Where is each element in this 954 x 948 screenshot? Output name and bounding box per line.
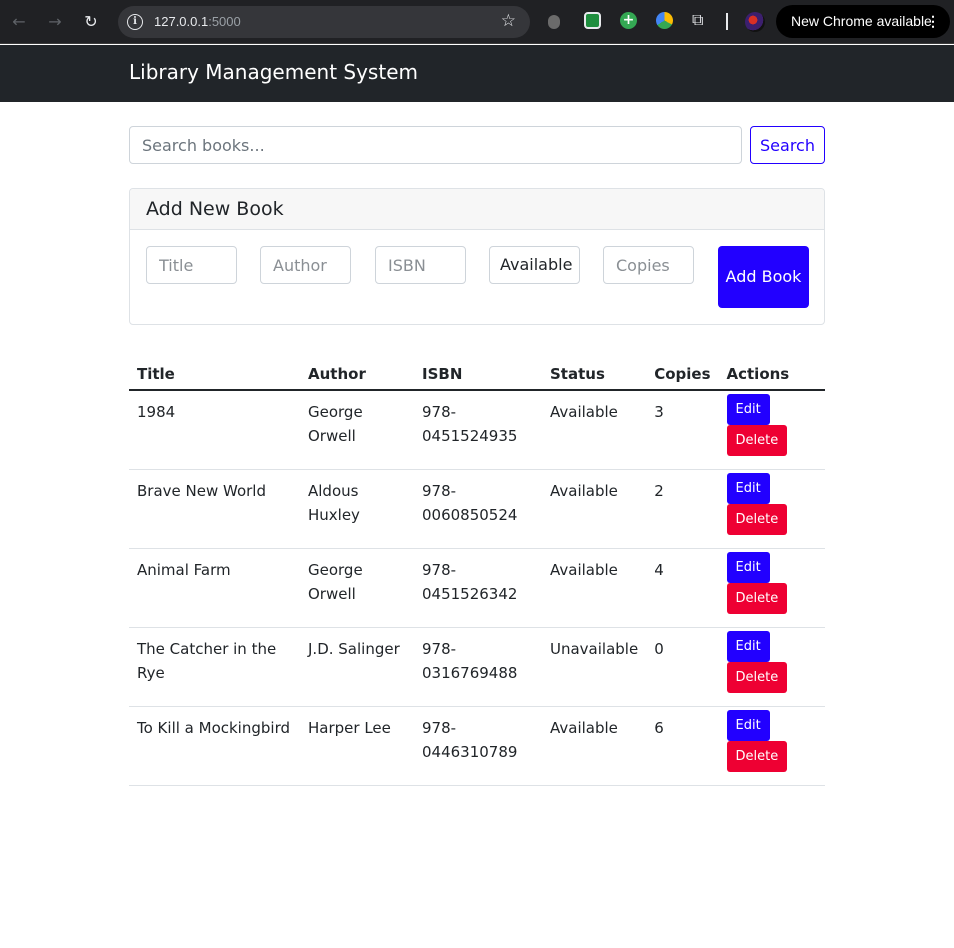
delete-button[interactable]: Delete [726, 661, 788, 693]
back-arrow-icon[interactable]: ← [7, 10, 31, 34]
books-table: Title Author ISBN Status Copies Actions … [129, 352, 825, 786]
cell-status: Available [542, 390, 647, 470]
header-isbn: ISBN [414, 352, 542, 391]
header-actions: Actions [718, 352, 825, 391]
toolbar-divider [726, 13, 728, 30]
url-host: 127.0.0.1 [154, 14, 209, 29]
delete-button[interactable]: Delete [726, 740, 788, 772]
edit-button[interactable]: Edit [726, 394, 770, 425]
card-header: Add New Book [130, 189, 824, 230]
table-row: Brave New World Aldous Huxley 978-006085… [129, 469, 825, 549]
extension-sheets-icon[interactable] [584, 12, 601, 29]
cell-title: To Kill a Mockingbird [129, 706, 300, 786]
cell-isbn: 978-0451524935 [414, 390, 542, 470]
extensions-puzzle-icon[interactable]: ⧉ [692, 11, 710, 29]
cell-isbn: 978-0316769488 [414, 627, 542, 707]
table-header-row: Title Author ISBN Status Copies Actions [129, 352, 825, 391]
cell-title: 1984 [129, 390, 300, 470]
cell-actions: Edit Delete [718, 390, 825, 470]
table-row: To Kill a Mockingbird Harper Lee 978-044… [129, 706, 825, 786]
cell-isbn: 978-0060850524 [414, 469, 542, 549]
isbn-field[interactable] [375, 246, 466, 284]
url-port: :5000 [208, 14, 241, 29]
cell-copies: 0 [646, 627, 719, 707]
header-title: Title [129, 352, 300, 391]
cell-copies: 2 [646, 469, 719, 549]
chrome-update-button[interactable]: New Chrome available ⋮ [776, 5, 950, 38]
copies-field[interactable] [603, 246, 694, 284]
cell-author: George Orwell [300, 390, 414, 470]
table-row: Animal Farm George Orwell 978-0451526342… [129, 548, 825, 628]
profile-avatar[interactable] [745, 12, 765, 32]
address-bar[interactable]: i 127.0.0.1:5000 ☆ [118, 6, 530, 38]
cell-status: Available [542, 548, 647, 628]
delete-button[interactable]: Delete [726, 582, 788, 614]
cell-actions: Edit Delete [718, 706, 825, 786]
card-title: Add New Book [146, 198, 284, 220]
cell-isbn: 978-0451526342 [414, 548, 542, 628]
cell-copies: 6 [646, 706, 719, 786]
cell-title: Brave New World [129, 469, 300, 549]
cell-status: Available [542, 469, 647, 549]
cell-author: J.D. Salinger [300, 627, 414, 707]
cell-isbn: 978-0446310789 [414, 706, 542, 786]
add-book-button[interactable]: Add Book [718, 246, 809, 308]
browser-toolbar: ← → ↻ i 127.0.0.1:5000 ☆ + ⧉ New Chrome … [0, 0, 954, 44]
cell-actions: Edit Delete [718, 548, 825, 628]
cell-author: Harper Lee [300, 706, 414, 786]
cell-copies: 3 [646, 390, 719, 470]
cell-actions: Edit Delete [718, 469, 825, 549]
table-row: 1984 George Orwell 978-0451524935 Availa… [129, 390, 825, 470]
cell-copies: 4 [646, 548, 719, 628]
extension-color-icon[interactable] [656, 12, 673, 29]
cell-status: Available [542, 706, 647, 786]
search-input[interactable] [129, 126, 742, 164]
add-book-card: Add New Book Available Add Book [129, 188, 825, 325]
cell-author: Aldous Huxley [300, 469, 414, 549]
header-author: Author [300, 352, 414, 391]
browser-menu-icon[interactable]: ⋮ [926, 5, 940, 38]
status-field[interactable]: Available [489, 246, 580, 284]
extension-plus-icon[interactable]: + [620, 12, 637, 29]
cell-status: Unavailable [542, 627, 647, 707]
delete-button[interactable]: Delete [726, 503, 788, 535]
cell-title: The Catcher in the Rye [129, 627, 300, 707]
app-navbar: Library Management System [0, 45, 954, 102]
delete-button[interactable]: Delete [726, 425, 788, 456]
table-row: The Catcher in the Rye J.D. Salinger 978… [129, 627, 825, 707]
site-info-icon[interactable]: i [127, 14, 143, 30]
author-field[interactable] [260, 246, 351, 284]
edit-button[interactable]: Edit [726, 630, 770, 662]
cell-author: George Orwell [300, 548, 414, 628]
cell-actions: Edit Delete [718, 627, 825, 707]
cell-title: Animal Farm [129, 548, 300, 628]
edit-button[interactable]: Edit [726, 472, 770, 504]
url-text: 127.0.0.1:5000 [154, 14, 241, 29]
reload-icon[interactable]: ↻ [79, 10, 103, 34]
header-status: Status [542, 352, 647, 391]
search-button[interactable]: Search [750, 126, 825, 164]
forward-arrow-icon[interactable]: → [43, 10, 67, 34]
update-label: New Chrome available [791, 13, 932, 29]
navbar-brand[interactable]: Library Management System [129, 60, 418, 84]
header-copies: Copies [646, 352, 719, 391]
extension-icon[interactable] [548, 15, 560, 29]
edit-button[interactable]: Edit [726, 709, 770, 741]
edit-button[interactable]: Edit [726, 551, 770, 583]
bookmark-star-icon[interactable]: ☆ [501, 11, 516, 31]
title-field[interactable] [146, 246, 237, 284]
